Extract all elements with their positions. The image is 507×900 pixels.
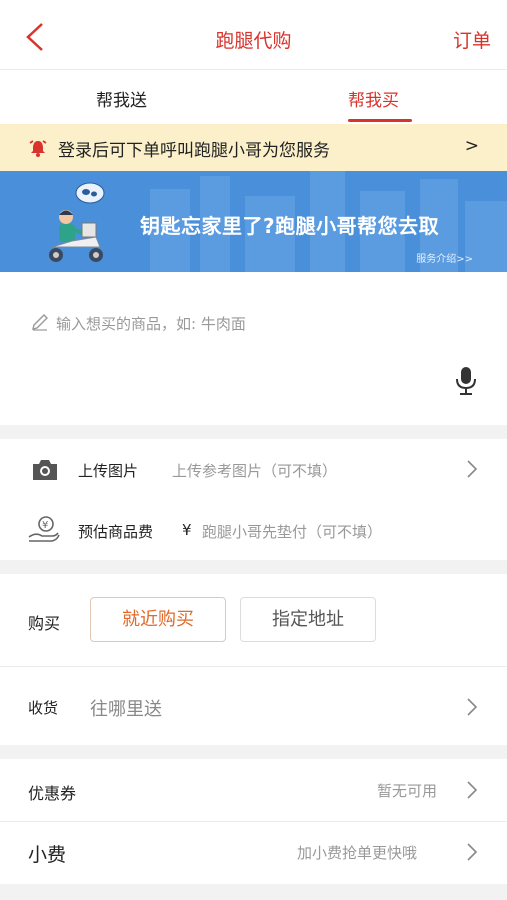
coupon-value[interactable]: 暂无可用	[377, 780, 437, 801]
buy-label: 购买	[28, 614, 61, 633]
row-divider	[0, 666, 507, 667]
page-title: 跑腿代购	[215, 30, 292, 52]
goods-input-area[interactable]	[0, 272, 507, 422]
service-intro-link[interactable]: 服务介绍>>	[416, 250, 473, 265]
chevron-right-icon[interactable]	[466, 780, 478, 800]
upload-hint[interactable]: 上传参考图片（可不填）	[172, 460, 337, 481]
notice-text: 登录后可下单呼叫跑腿小哥为您服务	[58, 141, 330, 161]
currency-symbol: ¥	[182, 521, 192, 539]
pencil-icon	[32, 314, 48, 331]
service-tabs: 帮我送 帮我买	[0, 70, 507, 124]
section-gap	[0, 884, 507, 900]
active-tab-indicator	[348, 119, 412, 122]
tip-value[interactable]: 加小费抢单更快哦	[297, 842, 417, 863]
nearby-buy-button[interactable]: 就近购买	[90, 597, 226, 642]
microphone-icon[interactable]	[455, 366, 477, 396]
receive-placeholder[interactable]: 往哪里送	[90, 695, 162, 721]
specified-address-button[interactable]: 指定地址	[240, 597, 376, 642]
goods-input-placeholder[interactable]: 输入想买的商品，如: 牛肉面	[56, 313, 246, 334]
section-gap	[0, 745, 507, 759]
top-bar: 跑腿代购 订单	[0, 0, 507, 70]
banner-headline: 钥匙忘家里了?跑腿小哥帮您去取	[140, 214, 440, 238]
upload-label: 上传图片	[78, 462, 139, 480]
tip-label: 小费	[28, 844, 67, 866]
estimate-label: 预估商品费	[78, 523, 154, 541]
estimate-hint[interactable]: 跑腿小哥先垫付（可不填）	[202, 521, 382, 542]
tab-help-buy[interactable]: 帮我买	[348, 86, 399, 111]
chevron-right-icon[interactable]	[466, 842, 478, 862]
chevron-right-icon[interactable]	[466, 697, 478, 717]
receive-label: 收货	[28, 699, 59, 717]
notice-arrow[interactable]: >	[465, 136, 479, 156]
alarm-bell-icon	[29, 140, 47, 157]
coupon-label: 优惠券	[28, 784, 77, 803]
camera-icon	[33, 460, 57, 480]
scooter-rider-illustration	[49, 182, 105, 262]
chevron-right-icon[interactable]	[466, 459, 478, 479]
row-divider	[0, 821, 507, 822]
section-gap	[0, 560, 507, 574]
tab-help-send[interactable]: 帮我送	[96, 86, 147, 111]
money-hand-icon: ¥	[28, 516, 60, 542]
svg-text:¥: ¥	[42, 520, 48, 531]
orders-link[interactable]: 订单	[453, 26, 491, 53]
section-gap	[0, 425, 507, 439]
